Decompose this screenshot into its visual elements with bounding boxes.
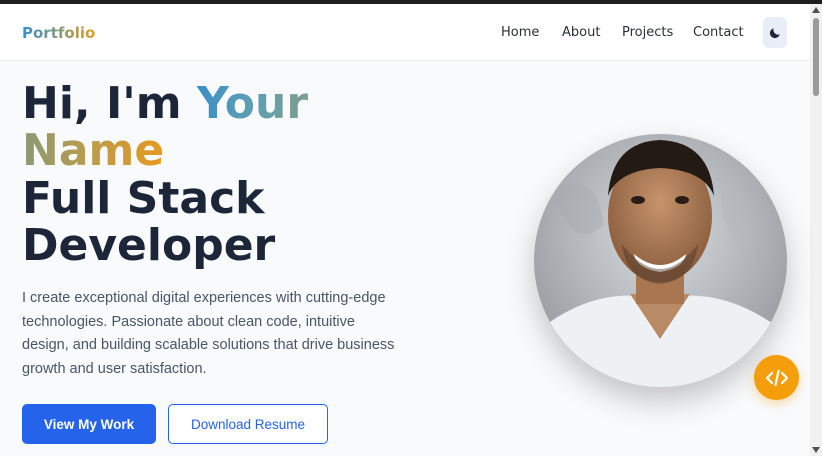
hero-role-line-1: Full Stack [22,173,265,224]
hero-heading-line-1: Hi, I'm Your [22,81,308,127]
view-my-work-button[interactable]: View My Work [22,404,156,444]
scroll-up-arrow-icon[interactable] [810,4,822,16]
profile-photo [534,134,787,387]
nav-home[interactable]: Home [501,25,539,40]
scrollbar-thumb[interactable] [813,18,819,96]
download-resume-button[interactable]: Download Resume [168,404,328,444]
theme-toggle-button[interactable] [763,17,787,48]
page-scrollbar[interactable] [810,4,822,456]
code-icon [765,369,788,386]
hero-role-line-2: Developer [22,220,276,271]
hero-description: I create exceptional digital experiences… [22,290,395,377]
profile-avatar [534,134,787,387]
nav-projects[interactable]: Projects [622,25,673,40]
site-header: Portfolio Home About Projects Contact [0,4,810,61]
moon-icon [769,27,780,38]
site-logo[interactable]: Portfolio [22,24,95,42]
hero-name-last: Name [22,125,165,176]
page: Portfolio Home About Projects Contact Hi… [0,0,822,456]
hero-greeting: Hi, I'm [22,78,197,129]
hero-heading-line-2: Name [22,128,164,174]
hero-name-first: Your [196,78,309,129]
nav-contact[interactable]: Contact [693,25,744,40]
nav-about[interactable]: About [562,25,600,40]
code-badge-button[interactable] [754,355,799,400]
scroll-down-arrow-icon[interactable] [810,444,822,456]
